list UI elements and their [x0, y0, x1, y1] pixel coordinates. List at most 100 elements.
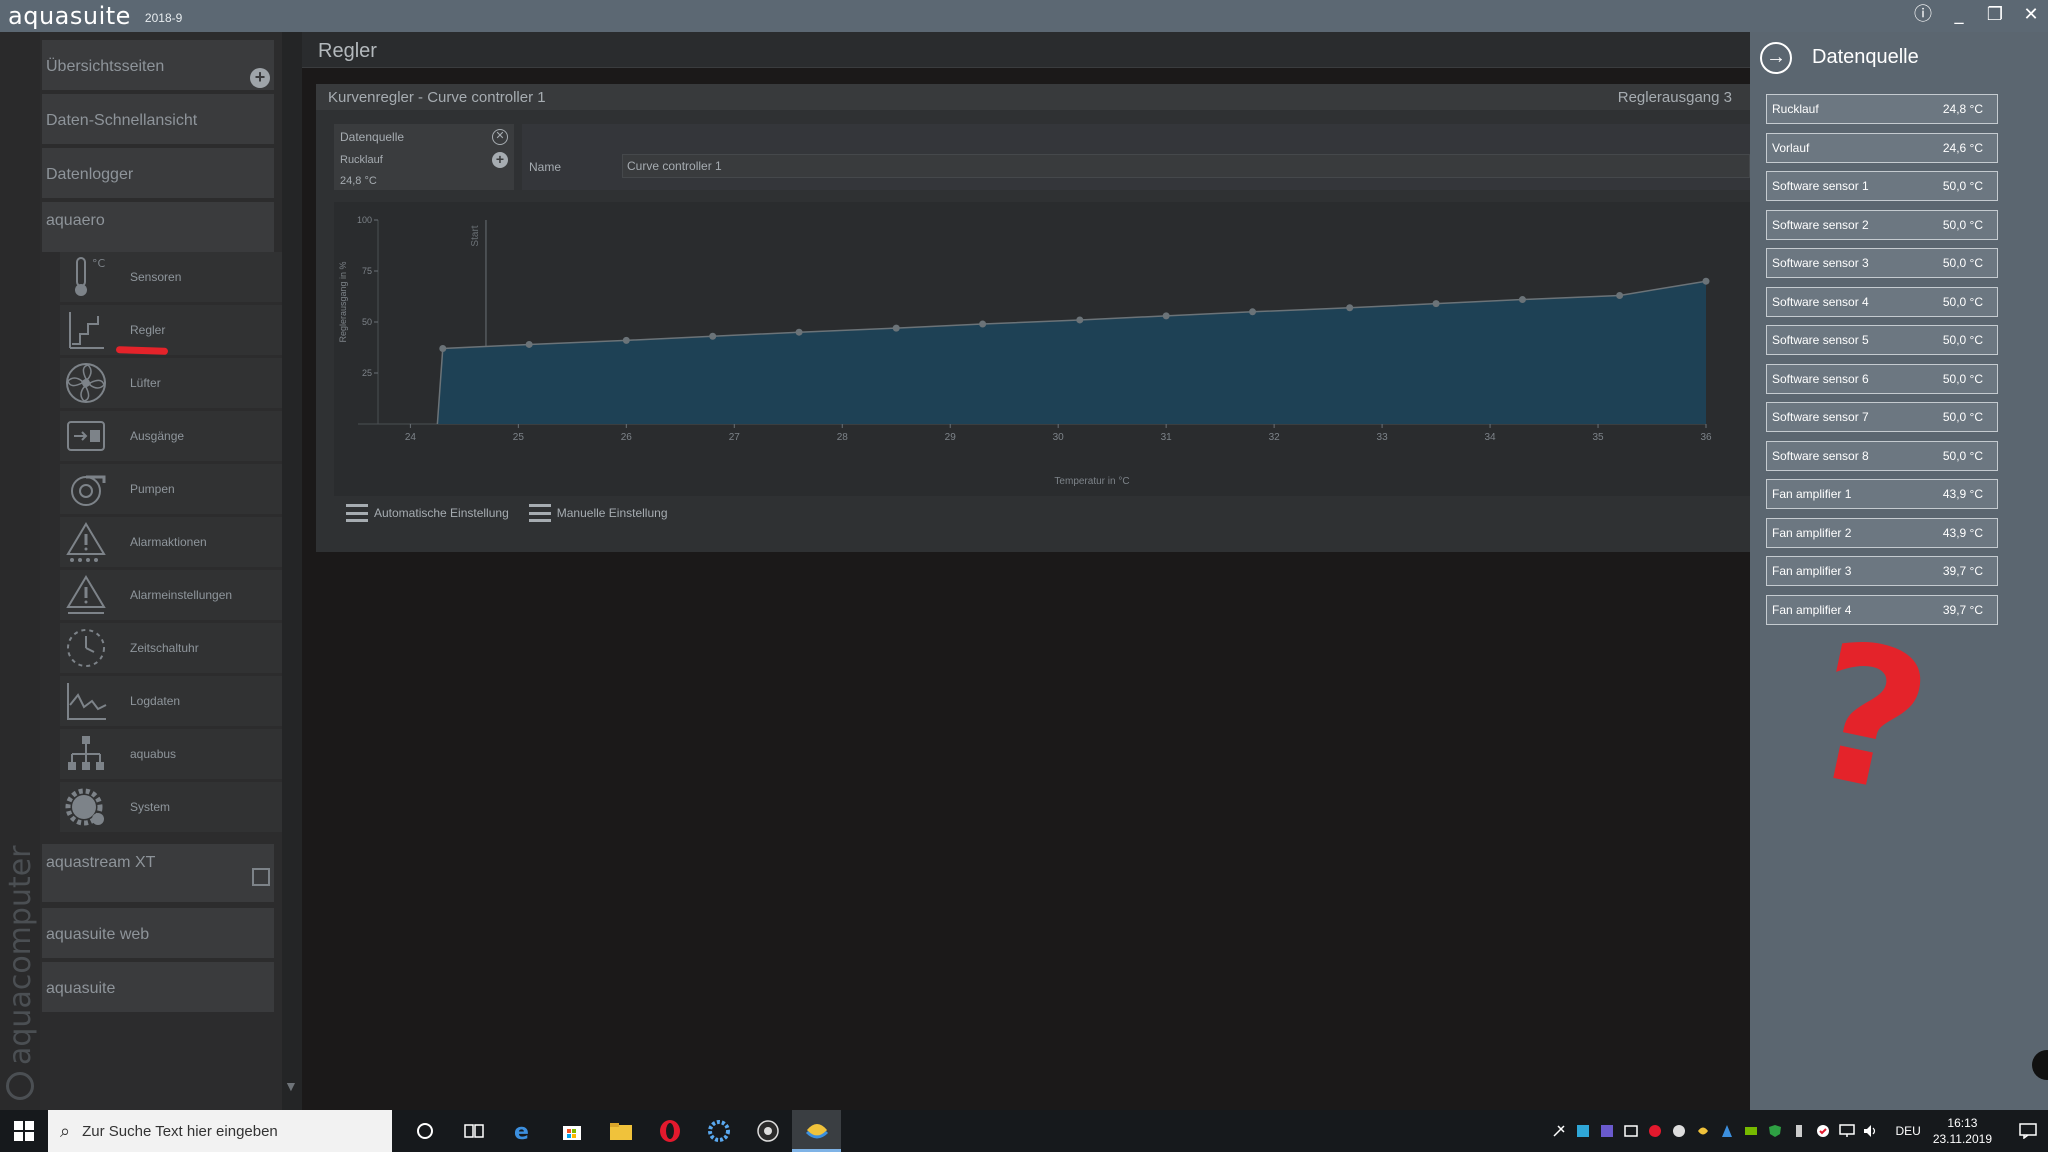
tray-app4-icon[interactable]: [1643, 1110, 1667, 1152]
chart-series[interactable]: [436, 277, 1710, 425]
auto-setting-button[interactable]: Automatische Einstellung: [346, 504, 509, 522]
edge-browser-icon[interactable]: e: [498, 1110, 547, 1152]
datasource-list-item[interactable]: Fan amplifier 2 43,9 °C: [1766, 517, 1998, 548]
taskbar-search[interactable]: ⌕ Zur Suche Text hier eingeben: [48, 1110, 392, 1152]
datasource-list-item[interactable]: Software sensor 6 50,0 °C: [1766, 363, 1998, 394]
curve-point[interactable]: [622, 336, 630, 344]
curve-point[interactable]: [1702, 277, 1710, 285]
datasource-list-item[interactable]: Software sensor 5 50,0 °C: [1766, 325, 1998, 355]
datasource-list-item[interactable]: Vorlauf 24,6 °C: [1766, 132, 1998, 163]
search-placeholder: Zur Suche Text hier eingeben: [82, 1122, 278, 1140]
curve-point[interactable]: [1518, 296, 1526, 304]
curve-point[interactable]: [1346, 304, 1354, 312]
manual-setting-button[interactable]: Manuelle Einstellung: [528, 504, 668, 522]
curve-point[interactable]: [439, 345, 447, 353]
volume-icon[interactable]: [1859, 1110, 1883, 1152]
sidebar-item-sensoren[interactable]: °C Sensoren: [60, 252, 282, 302]
sidebar-section-aquastream[interactable]: aquastream XT: [42, 844, 274, 902]
datasource-list-item[interactable]: Fan amplifier 3 39,7 °C: [1766, 556, 1998, 586]
sidebar-section-datalogger[interactable]: Datenlogger: [42, 148, 274, 198]
controller-output-label: Reglerausgang 3: [1617, 89, 1732, 106]
tray-app3-icon[interactable]: [1619, 1110, 1643, 1152]
sidebar-section-aquasuite[interactable]: aquasuite: [42, 962, 274, 1012]
tray-app2-icon[interactable]: [1595, 1110, 1619, 1152]
curve-point[interactable]: [1162, 312, 1170, 320]
question-mark-annotation: ?: [1792, 598, 1947, 839]
tray-app7-icon[interactable]: [1715, 1110, 1739, 1152]
datasource-list-item[interactable]: Fan amplifier 1 43,9 °C: [1766, 479, 1998, 509]
curve-point[interactable]: [1076, 316, 1084, 324]
edge-expand-button[interactable]: [2032, 1050, 2048, 1080]
tray-pin-icon[interactable]: [1547, 1110, 1571, 1152]
sidebar-item-ausgaenge[interactable]: Ausgänge: [60, 411, 282, 461]
file-explorer-icon[interactable]: [596, 1110, 645, 1152]
datasource-list-item[interactable]: Software sensor 2 50,0 °C: [1766, 209, 1998, 240]
tray-usb-icon[interactable]: [1787, 1110, 1811, 1152]
app-cog-icon[interactable]: [694, 1110, 743, 1152]
curve-chart[interactable]: 25 50 75 100 24 25 26 27 28 29 30 31 32 33 34 35 36 Regl…: [334, 202, 1750, 496]
sidebar-item-luefter[interactable]: Lüfter: [60, 358, 282, 408]
menu-icon: [528, 504, 551, 522]
opera-browser-icon[interactable]: [645, 1110, 694, 1152]
outputs-icon: [62, 412, 110, 460]
cortana-icon[interactable]: [400, 1110, 449, 1152]
sidebar-item-alarmaktionen[interactable]: Alarmaktionen: [60, 517, 282, 567]
sidebar-section-overview[interactable]: Übersichtsseiten +: [42, 40, 274, 90]
sidebar-section-quickview[interactable]: Daten-Schnellansicht: [42, 94, 274, 144]
sidebar-item-regler[interactable]: Regler: [60, 305, 282, 355]
tray-security-icon[interactable]: [1811, 1110, 1835, 1152]
sidebar-item-alarmeinstellungen[interactable]: Alarmeinstellungen: [60, 570, 282, 620]
datasource-box[interactable]: Datenquelle ✕ Rucklauf + 24,8 °C: [334, 124, 514, 190]
datasource-list-item[interactable]: Software sensor 7 50,0 °C: [1766, 402, 1998, 432]
datasource-list-item[interactable]: Software sensor 3 50,0 °C: [1766, 248, 1998, 278]
curve-chart-svg[interactable]: 25 50 75 100 24 25 26 27 28 29 30 31 32 33 34 35 36 Regl…: [334, 202, 1750, 496]
language-indicator[interactable]: DEU: [1895, 1124, 1920, 1138]
tray-app5-icon[interactable]: [1667, 1110, 1691, 1152]
curve-point[interactable]: [892, 324, 900, 332]
datasource-list-item[interactable]: Rucklauf 24,8 °C: [1766, 94, 1998, 124]
datasource-item-value: 24,8 °C: [1942, 102, 1983, 116]
curve-point[interactable]: [795, 328, 803, 336]
sidebar-item-logdaten[interactable]: Logdaten: [60, 676, 282, 726]
save-icon[interactable]: [252, 868, 270, 886]
tray-app1-icon[interactable]: [1571, 1110, 1595, 1152]
taskbar-clock[interactable]: 16:13 23.11.2019: [1933, 1115, 1992, 1147]
add-source-icon[interactable]: +: [492, 152, 508, 168]
sidebar-item-pumpen[interactable]: Pumpen: [60, 464, 282, 514]
curve-point[interactable]: [979, 320, 987, 328]
add-page-icon[interactable]: +: [250, 68, 270, 88]
tray-nvidia-icon[interactable]: [1739, 1110, 1763, 1152]
datasource-list-item[interactable]: Software sensor 4 50,0 °C: [1766, 286, 1998, 317]
task-view-icon[interactable]: [449, 1110, 498, 1152]
sidebar-section-aquaero[interactable]: aquaero: [42, 202, 274, 252]
panel-close-arrow-icon[interactable]: →: [1760, 42, 1792, 74]
network-icon[interactable]: [1835, 1110, 1859, 1152]
curve-point[interactable]: [525, 340, 533, 348]
scroll-down-icon[interactable]: ▼: [284, 1078, 298, 1094]
minimize-button[interactable]: _: [1948, 2, 1970, 28]
auto-setting-label: Automatische Einstellung: [374, 506, 509, 520]
tray-shield-icon[interactable]: [1763, 1110, 1787, 1152]
restore-button[interactable]: ❐: [1984, 2, 2006, 28]
sidebar-section-aquasuite-web[interactable]: aquasuite web: [42, 908, 274, 958]
sidebar-item-system[interactable]: System: [60, 782, 282, 832]
sidebar-scrollbar[interactable]: [282, 32, 302, 1110]
close-button[interactable]: ✕: [2020, 2, 2042, 28]
sidebar-item-zeitschaltuhr[interactable]: Zeitschaltuhr: [60, 623, 282, 673]
aquasuite-taskbar-icon[interactable]: [792, 1110, 841, 1152]
sidebar-item-aquabus[interactable]: aquabus: [60, 729, 282, 779]
info-icon[interactable]: ⓘ: [1912, 2, 1934, 28]
obs-icon[interactable]: [743, 1110, 792, 1152]
datasource-list-item[interactable]: Software sensor 1 50,0 °C: [1766, 171, 1998, 201]
store-icon[interactable]: [547, 1110, 596, 1152]
notification-center-icon[interactable]: [2008, 1110, 2048, 1152]
curve-point[interactable]: [709, 332, 717, 340]
remove-source-icon[interactable]: ✕: [492, 129, 508, 145]
curve-point[interactable]: [1249, 308, 1257, 316]
curve-point[interactable]: [1616, 291, 1624, 299]
tray-app6-icon[interactable]: [1691, 1110, 1715, 1152]
datasource-list-item[interactable]: Software sensor 8 50,0 °C: [1766, 440, 1998, 471]
curve-point[interactable]: [1432, 300, 1440, 308]
windows-start-button[interactable]: [0, 1110, 48, 1152]
name-input[interactable]: Curve controller 1: [622, 154, 1750, 178]
